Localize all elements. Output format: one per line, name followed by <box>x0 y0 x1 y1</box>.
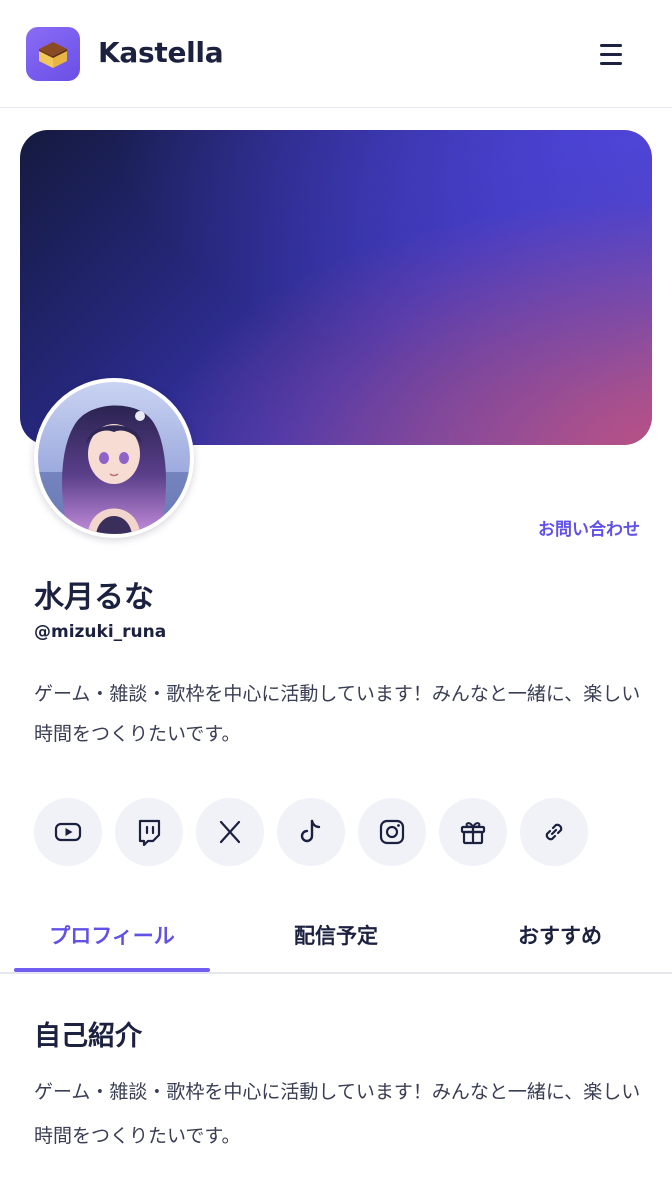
link-icon <box>545 823 563 841</box>
gift-button[interactable] <box>439 798 507 866</box>
youtube-icon <box>54 822 82 842</box>
app-title: Kastella <box>98 36 224 69</box>
avatar[interactable] <box>34 378 194 538</box>
youtube-button[interactable] <box>34 798 102 866</box>
tab-profile[interactable]: プロフィール <box>14 920 210 950</box>
instagram-icon <box>379 819 405 845</box>
profile-tabs: プロフィール 配信予定 おすすめ <box>0 898 672 974</box>
tiktok-icon <box>300 819 321 843</box>
social-links <box>34 798 588 866</box>
about-section-title: 自己紹介 <box>34 1021 142 1052</box>
about-section-body: ゲーム・雑談・歌枠を中心に活動しています！みんなと一緒に、楽しい時間をつくりたい… <box>34 1081 641 1147</box>
x-button[interactable] <box>196 798 264 866</box>
profile-name: 水月るな <box>34 580 154 615</box>
tab-recommended[interactable]: おすすめ <box>462 920 658 950</box>
tiktok-button[interactable] <box>277 798 345 866</box>
twitch-button[interactable] <box>115 798 183 866</box>
tab-schedule[interactable]: 配信予定 <box>238 920 434 950</box>
contact-link[interactable]: お問い合わせ <box>470 515 640 540</box>
instagram-button[interactable] <box>358 798 426 866</box>
profile-bio: ゲーム・雑談・歌枠を中心に活動しています！みんなと一緒に、楽しい時間をつくりたい… <box>34 683 641 745</box>
x-icon <box>219 820 241 844</box>
link-button[interactable] <box>520 798 588 866</box>
twitch-icon <box>138 819 161 847</box>
app-logo-icon[interactable] <box>26 27 80 81</box>
app-header: Kastella <box>0 0 672 108</box>
profile-handle: @mizuki_runa <box>34 622 167 642</box>
active-tab-indicator <box>14 968 210 972</box>
gift-icon <box>460 822 486 845</box>
hamburger-menu-icon[interactable] <box>590 34 634 74</box>
